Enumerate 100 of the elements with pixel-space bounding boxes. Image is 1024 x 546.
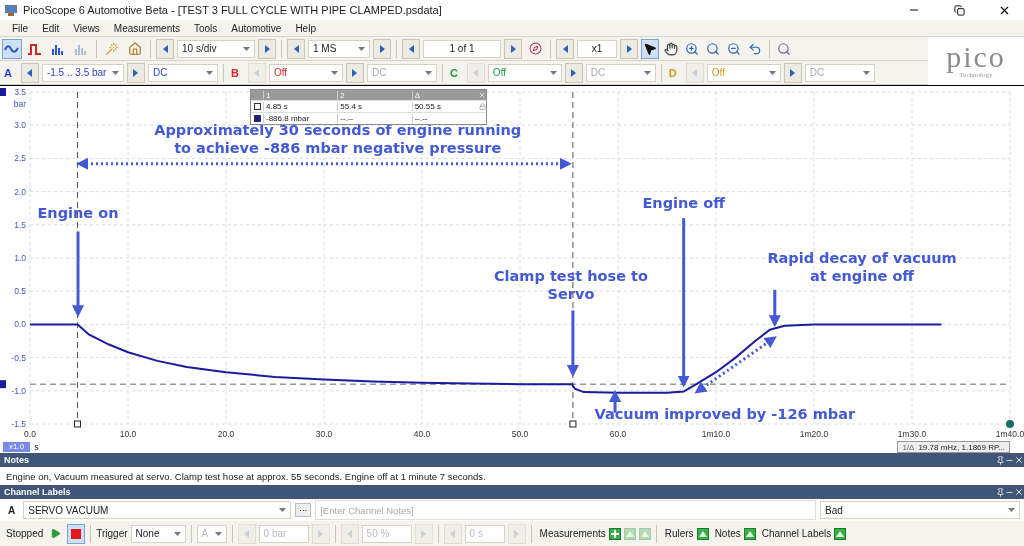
more-button[interactable]: ···	[295, 503, 312, 517]
channel-notes-field[interactable]: [Enter Channel Notes]	[315, 500, 816, 520]
next-button[interactable]	[783, 62, 802, 83]
value-dropdown[interactable]: 10 s/div	[177, 39, 255, 58]
zoom-in-icon	[685, 41, 699, 56]
window-title: PicoScope 6 Automotive Beta - [TEST 3 FULL CYCLE WITH PIPE CLAMPED.psdata]	[23, 4, 443, 16]
axis-tick-label: 1m10.0	[701, 429, 731, 439]
toggle-button[interactable]	[743, 527, 756, 540]
pin-icon[interactable]	[996, 487, 1005, 497]
menu-item[interactable]: Automotive	[225, 22, 288, 34]
axis-tick-label: 0.5	[14, 286, 26, 297]
axis-unit-label: bar	[13, 99, 26, 109]
channel-label[interactable]: B	[228, 66, 245, 79]
previous-button[interactable]	[402, 38, 420, 59]
mountain-icon	[836, 530, 845, 537]
next-button[interactable]	[345, 62, 364, 83]
table-cell: -886.8 mbar	[266, 114, 310, 123]
axis-unit-label: s	[34, 442, 40, 452]
channel-name-dropdown[interactable]: SERVO VACUUM	[23, 501, 292, 519]
range-dropdown[interactable]: Off	[487, 63, 562, 82]
menu-item[interactable]: Views	[67, 22, 106, 34]
right-arrow-icon	[626, 44, 632, 53]
close-icon[interactable]	[1014, 487, 1024, 497]
previous-button[interactable]	[156, 38, 174, 59]
caret-icon	[243, 46, 250, 51]
left-arrow-icon	[27, 68, 33, 77]
caret-icon	[1008, 508, 1015, 512]
annotation-text: Engine on	[37, 205, 119, 222]
left-arrow-icon	[473, 68, 479, 77]
right-arrow-icon	[133, 68, 139, 77]
next-button[interactable]	[373, 38, 391, 59]
value-dropdown[interactable]: x1	[577, 39, 617, 58]
add-button[interactable]	[608, 527, 621, 540]
caret-icon	[549, 70, 557, 75]
axis-tick-label: 1.0	[14, 253, 26, 263]
next-button[interactable]	[504, 38, 522, 59]
previous-button[interactable]	[556, 38, 574, 59]
menu-item[interactable]: Tools	[188, 22, 224, 34]
range-dropdown[interactable]: -1.5 .. 3.5 bar	[41, 63, 124, 82]
axis-tick-label: -0.5	[11, 352, 26, 363]
trigger-label: Trigger	[96, 528, 128, 539]
ruler-handle-icon[interactable]	[569, 420, 577, 428]
mountain-icon	[698, 530, 707, 537]
wand-icon	[105, 41, 119, 56]
right-arrow-icon	[352, 68, 358, 77]
value-dropdown[interactable]: 1 MS	[308, 39, 370, 58]
ruler-handle-icon[interactable]	[0, 380, 6, 389]
range-dropdown[interactable]: Off	[268, 63, 343, 82]
arrow	[768, 289, 781, 328]
channel-label[interactable]: A	[2, 66, 18, 79]
next-button[interactable]	[258, 38, 276, 59]
previous-button[interactable]	[20, 62, 39, 83]
play-icon	[49, 528, 61, 539]
zoom-icon	[706, 41, 720, 56]
axis-tick-label: 1.5	[14, 219, 26, 230]
column-header: Δ	[414, 90, 420, 100]
menu-item[interactable]: Help	[289, 22, 322, 34]
axis-tick-label: 0.0	[14, 319, 26, 330]
panel-toggle-label: Rulers	[664, 528, 694, 539]
app-icon	[4, 4, 18, 16]
axis-tick-label: 2.5	[14, 153, 26, 164]
axis-tick-label: 0.0	[24, 429, 36, 439]
annotation-text: Clamp test hose to Servo	[493, 267, 648, 302]
menu-item[interactable]: Edit	[36, 22, 66, 34]
panel-toggle-label: Notes	[714, 528, 741, 539]
axis-tick-label: -1.0	[11, 385, 26, 396]
frequency-label: 1/Δ	[902, 442, 915, 452]
left-arrow-icon	[244, 529, 250, 538]
axis-tick-label: 60.0	[609, 429, 627, 439]
next-button[interactable]	[126, 62, 145, 83]
value-dropdown[interactable]: 1 of 1	[423, 39, 501, 58]
annotation-text: Approximately 30 seconds of engine running to achieve -886 mbar negative pressure	[154, 122, 522, 157]
menu-item[interactable]: File	[6, 22, 35, 34]
next-button[interactable]	[620, 38, 638, 59]
channel-marker-icon[interactable]	[0, 88, 6, 96]
toolbar-button[interactable]	[2, 38, 22, 59]
panel-toggle-label: Channel Labels	[761, 528, 832, 539]
right-arrow-icon	[264, 44, 270, 53]
handle-dot-icon[interactable]	[1006, 420, 1014, 428]
ruler-handle-icon[interactable]	[74, 420, 82, 428]
pin-icon[interactable]	[996, 455, 1005, 465]
caret-icon	[358, 46, 365, 51]
table-cell: 55.4 s	[340, 102, 363, 111]
left-arrow-icon	[562, 44, 568, 53]
coupling-dropdown[interactable]: DC	[147, 63, 218, 82]
close-icon[interactable]	[1014, 455, 1024, 465]
axis-tick-label: 20.0	[217, 429, 235, 439]
caret-icon	[279, 508, 287, 512]
mountain-icon	[745, 530, 754, 537]
trigger-mode-dropdown[interactable]: None	[130, 524, 186, 543]
next-button[interactable]	[564, 62, 583, 83]
previous-button[interactable]	[287, 38, 305, 59]
menu-item[interactable]: Measurements	[107, 22, 186, 34]
notes-text[interactable]: Engine on, Vacuum measured at servo. Clamp test hose at approx. 55 seconds. Engine off at 1 minute 7 seconds.	[0, 467, 1024, 485]
toggle-button[interactable]	[696, 527, 709, 540]
toggle-button[interactable]	[834, 527, 847, 540]
stop-button[interactable]	[67, 523, 86, 544]
tool-button[interactable]	[641, 38, 659, 59]
annotation-text: Rapid decay of vacuum at engine off	[767, 250, 957, 285]
quality-dropdown[interactable]: Bad	[820, 501, 1020, 519]
